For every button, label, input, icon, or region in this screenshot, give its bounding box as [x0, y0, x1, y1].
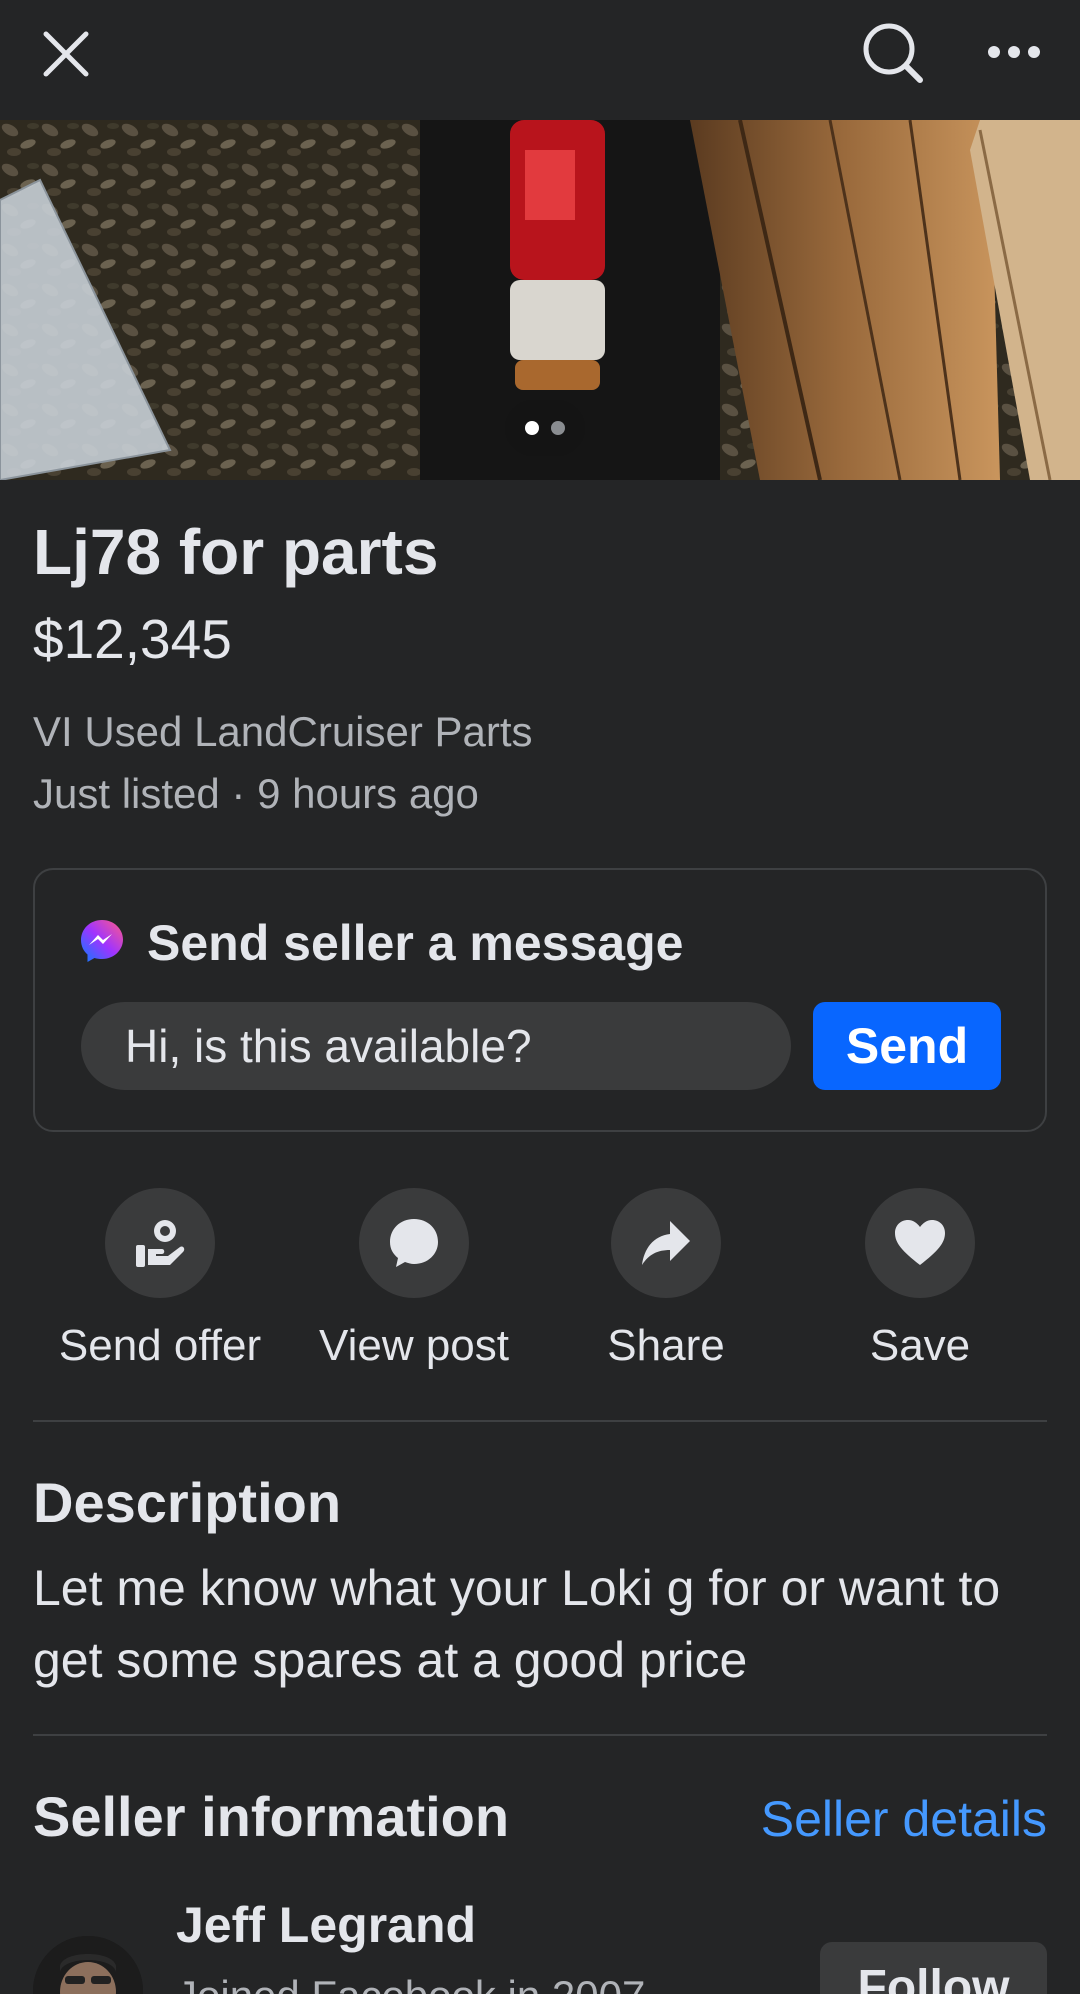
seller-details-link[interactable]: Seller details	[761, 1790, 1047, 1848]
close-icon	[43, 31, 89, 77]
message-heading: Send seller a message	[147, 915, 684, 971]
more-icon	[988, 46, 1040, 58]
save-action[interactable]: Save	[800, 1188, 1040, 1378]
carousel-dot-active	[525, 421, 539, 435]
send-button[interactable]: Send	[813, 1002, 1001, 1090]
share-label: Share	[607, 1321, 725, 1370]
view-post-label: View post	[319, 1321, 509, 1370]
send-offer-action[interactable]: Send offer	[40, 1188, 280, 1378]
message-input[interactable]	[81, 1002, 791, 1090]
description-text: Let me know what your Loki g for or want…	[33, 1560, 1001, 1688]
carousel-dot	[551, 421, 565, 435]
seller-avatar-image	[33, 1936, 143, 1994]
listing-time: Just listed · 9 hours ago	[33, 770, 479, 817]
share-button[interactable]	[611, 1188, 721, 1298]
carousel-indicator[interactable]	[505, 400, 585, 456]
listing-subtitle: VI Used LandCruiser Parts	[33, 708, 533, 755]
share-icon	[642, 1221, 690, 1265]
message-seller-card: Send seller a message Send	[33, 868, 1047, 1132]
search-button[interactable]	[852, 12, 934, 94]
seller-name[interactable]: Jeff Legrand	[176, 1896, 476, 1954]
listing-title: Lj78 for parts	[33, 516, 439, 588]
avatar[interactable]	[33, 1936, 143, 1994]
seller-joined: Joined Facebook in 2007	[176, 1972, 645, 1994]
offer-icon	[136, 1220, 185, 1267]
save-button[interactable]	[865, 1188, 975, 1298]
send-offer-label: Send offer	[58, 1321, 262, 1370]
top-bar	[0, 0, 1080, 120]
chat-bubble-icon	[390, 1219, 438, 1267]
more-options-button[interactable]	[978, 16, 1050, 88]
view-post-action[interactable]: View post	[294, 1188, 534, 1378]
heart-icon	[895, 1220, 945, 1265]
description-heading: Description	[33, 1471, 342, 1534]
save-label: Save	[869, 1321, 971, 1370]
share-action[interactable]: Share	[546, 1188, 786, 1378]
close-button[interactable]	[30, 18, 102, 90]
divider	[33, 1420, 1047, 1422]
follow-button[interactable]: Follow	[820, 1942, 1047, 1994]
view-post-button[interactable]	[359, 1188, 469, 1298]
messenger-icon	[81, 920, 123, 962]
listing-price: $12,345	[33, 608, 232, 670]
search-icon	[863, 23, 923, 83]
divider	[33, 1734, 1047, 1736]
send-offer-button[interactable]	[105, 1188, 215, 1298]
seller-info-heading: Seller information	[33, 1785, 510, 1848]
